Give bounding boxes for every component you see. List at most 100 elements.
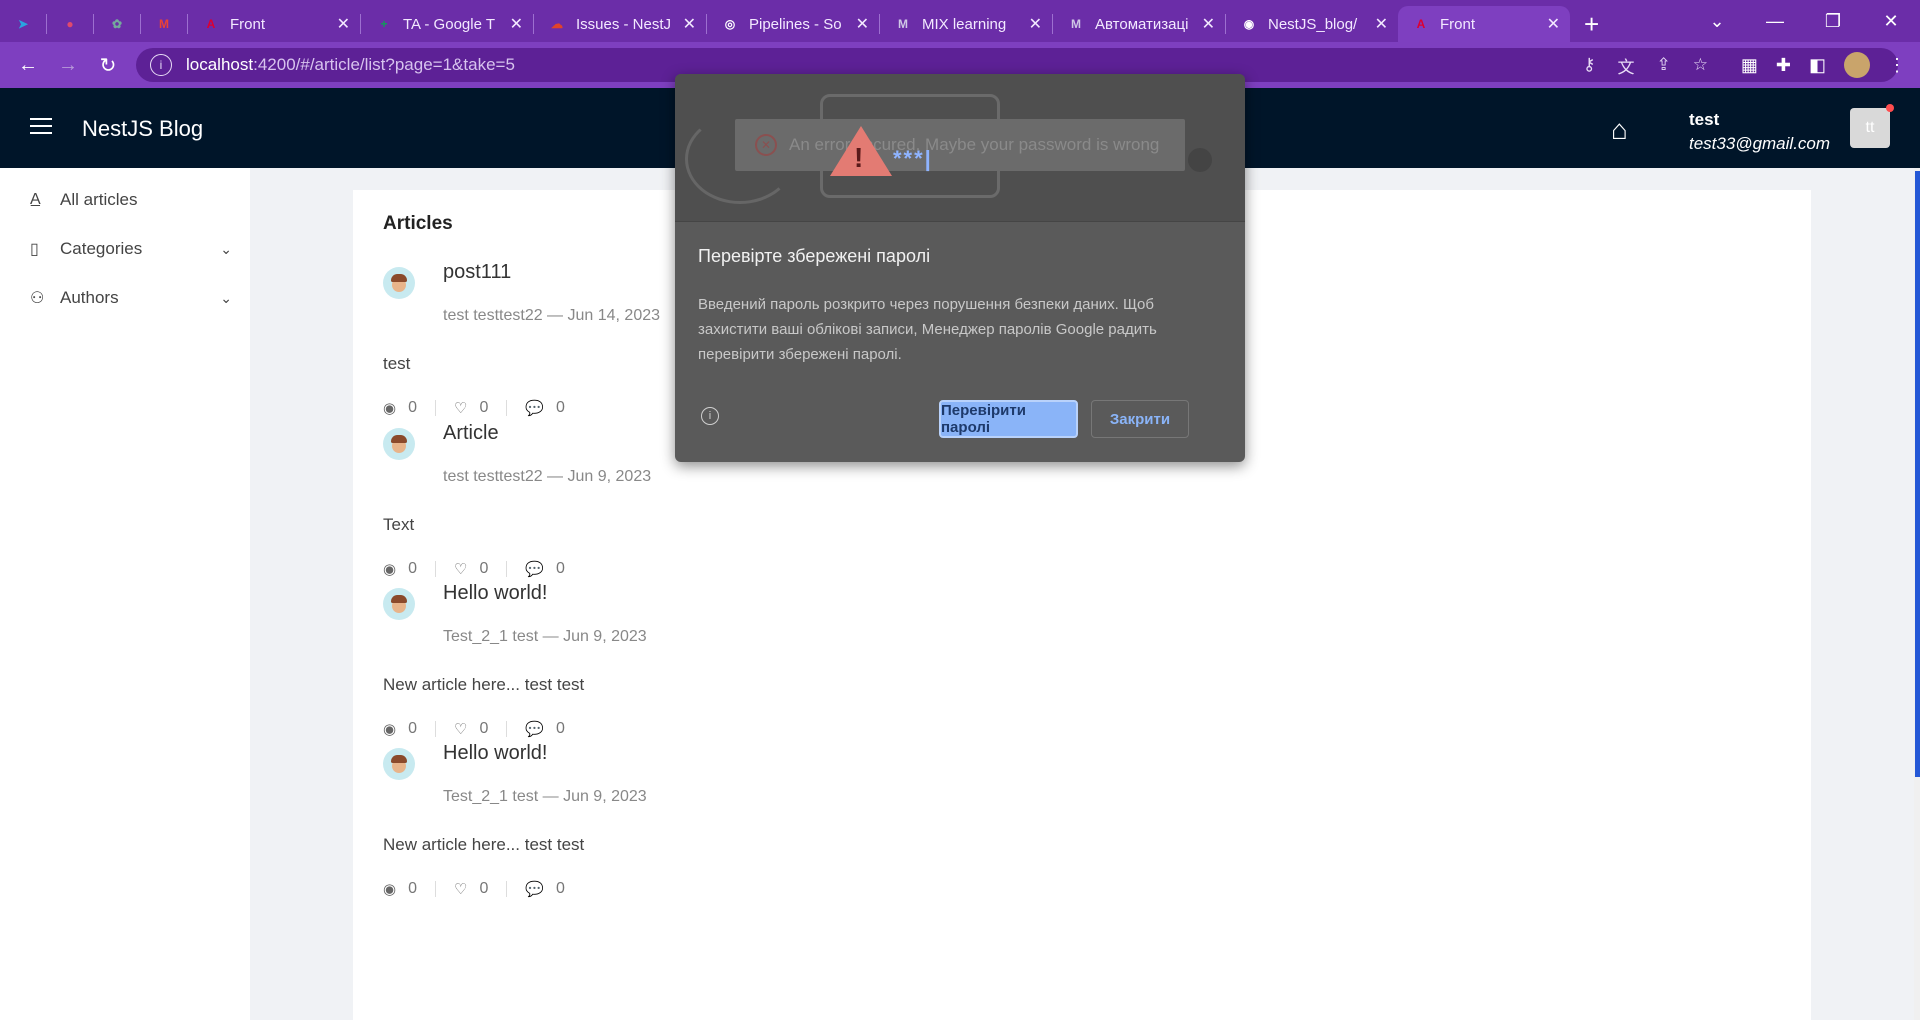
telegram-icon: ➤ <box>17 17 29 31</box>
article-meta: test testtest22 — Jun 14, 2023 <box>443 307 661 324</box>
author-avatar[interactable] <box>383 267 415 299</box>
browser-tab[interactable]: M Автоматизаці ✕ <box>1053 6 1225 42</box>
comments-count: 0 <box>556 560 565 577</box>
chatgpt-icon: ✿ <box>111 17 123 31</box>
heart-icon[interactable]: ♡ <box>454 720 467 738</box>
user-info: test test33@gmail.com <box>1689 110 1830 154</box>
browser-tab[interactable]: ☁ Issues - NestJ ✕ <box>534 6 706 42</box>
likes-stat[interactable]: ♡ 0 <box>454 880 488 898</box>
article-meta: Test_2_1 test — Jun 9, 2023 <box>443 788 647 805</box>
sidebar-item-label: Authors <box>60 288 119 307</box>
divider <box>435 400 436 416</box>
author-avatar[interactable] <box>383 428 415 460</box>
comment-icon[interactable]: 💬 <box>525 560 544 578</box>
article-stats: ◉ 0 ♡ 0 💬 0 <box>383 880 565 898</box>
info-icon[interactable]: i <box>701 407 719 425</box>
password-key-icon[interactable]: ⚷ <box>1583 55 1595 75</box>
author-avatar[interactable] <box>383 748 415 780</box>
site-info-icon[interactable]: i <box>150 54 172 76</box>
back-icon[interactable]: ← <box>8 54 48 77</box>
profile-avatar[interactable] <box>1844 52 1870 78</box>
likes-count: 0 <box>479 720 489 737</box>
views-count: 0 <box>408 560 417 577</box>
close-tab-icon[interactable]: ✕ <box>510 14 523 34</box>
browser-tab[interactable]: ➤ <box>0 6 46 42</box>
comment-icon[interactable]: 💬 <box>525 880 544 898</box>
likes-stat[interactable]: ♡ 0 <box>454 560 488 578</box>
browser-tab[interactable]: ✿ <box>94 6 140 42</box>
article-excerpt: New article here... test test <box>383 835 585 854</box>
record-icon: ● <box>66 17 74 31</box>
heart-icon[interactable]: ♡ <box>454 560 467 578</box>
browser-tab[interactable]: A Front ✕ <box>188 6 360 42</box>
comments-count: 0 <box>556 880 565 897</box>
restore-icon[interactable]: ❐ <box>1804 11 1862 32</box>
minimize-icon[interactable]: — <box>1746 11 1804 32</box>
sidebar-item-authors[interactable]: ⚇ Authors ⌄ <box>30 288 232 308</box>
browser-tab[interactable]: ● <box>47 6 93 42</box>
article-title[interactable]: Hello world! <box>443 742 547 765</box>
article-title[interactable]: Article <box>443 422 499 445</box>
window-controls: ⌄ — ❐ ✕ <box>1688 0 1920 42</box>
close-tab-icon[interactable]: ✕ <box>1029 14 1042 34</box>
browser-tab[interactable]: ◎ Pipelines - So ✕ <box>707 6 879 42</box>
menu-toggle-icon[interactable] <box>30 118 52 136</box>
new-tab-button[interactable]: + <box>1570 6 1613 42</box>
tab-title: NestJS_blog/ <box>1268 15 1358 33</box>
close-dialog-button[interactable]: Закрити <box>1091 400 1189 438</box>
sidebar-item-categories[interactable]: ▯ Categories ⌄ <box>30 239 232 259</box>
article-title[interactable]: Hello world! <box>443 582 547 605</box>
check-passwords-button[interactable]: Перевірити паролі <box>939 400 1078 438</box>
sidebar-item-all-articles[interactable]: A̲ All articles <box>30 190 230 210</box>
likes-stat[interactable]: ♡ 0 <box>454 399 488 417</box>
users-icon: ⚇ <box>30 290 45 307</box>
close-tab-icon[interactable]: ✕ <box>337 14 350 34</box>
comment-icon[interactable]: 💬 <box>525 720 544 738</box>
translate-icon[interactable]: 文 <box>1618 53 1635 78</box>
article-stats: ◉ 0 ♡ 0 💬 0 <box>383 560 565 578</box>
extension-icon[interactable]: ▦ <box>1741 55 1758 76</box>
url-text[interactable]: localhost:4200/#/article/list?page=1&tak… <box>186 55 515 75</box>
close-tab-icon[interactable]: ✕ <box>1375 14 1388 34</box>
likes-stat[interactable]: ♡ 0 <box>454 720 488 738</box>
browser-tab[interactable]: A Front ✕ <box>1398 6 1570 42</box>
share-icon[interactable]: ⇪ <box>1657 55 1671 75</box>
close-tab-icon[interactable]: ✕ <box>1547 14 1560 34</box>
browser-tab[interactable]: ◉ NestJS_blog/ ✕ <box>1226 6 1398 42</box>
forward-icon[interactable]: → <box>48 54 88 77</box>
divider <box>506 400 508 416</box>
kebab-menu-icon[interactable]: ⋮ <box>1888 55 1906 76</box>
cloud-icon: ☁ <box>551 17 563 31</box>
close-window-icon[interactable]: ✕ <box>1862 11 1920 32</box>
brand-title[interactable]: NestJS Blog <box>82 116 203 142</box>
reload-icon[interactable]: ↻ <box>88 53 128 78</box>
browser-tab[interactable]: M MIX learning ✕ <box>880 6 1052 42</box>
tab-search-icon[interactable]: ⌄ <box>1688 11 1746 32</box>
dialog-title: Перевірте збережені паролі <box>698 246 931 266</box>
comments-stat[interactable]: 💬 0 <box>525 880 565 898</box>
views-count: 0 <box>408 880 417 897</box>
home-icon[interactable]: ⌂ <box>1611 114 1628 146</box>
browser-tab[interactable]: M <box>141 6 187 42</box>
bookmark-star-icon[interactable]: ☆ <box>1693 55 1708 75</box>
comments-stat[interactable]: 💬 0 <box>525 720 565 738</box>
author-avatar[interactable] <box>383 588 415 620</box>
close-tab-icon[interactable]: ✕ <box>683 14 696 34</box>
comments-stat[interactable]: 💬 0 <box>525 399 565 417</box>
avatar[interactable]: tt <box>1850 108 1890 148</box>
scrollbar-thumb[interactable] <box>1915 171 1920 777</box>
heart-icon[interactable]: ♡ <box>454 399 467 417</box>
heart-icon[interactable]: ♡ <box>454 880 467 898</box>
article-stats: ◉ 0 ♡ 0 💬 0 <box>383 720 565 738</box>
comments-stat[interactable]: 💬 0 <box>525 560 565 578</box>
article-title[interactable]: post111 <box>443 261 511 284</box>
comments-count: 0 <box>556 720 565 737</box>
close-tab-icon[interactable]: ✕ <box>1202 14 1215 34</box>
comment-icon[interactable]: 💬 <box>525 399 544 417</box>
divider <box>435 561 436 577</box>
browser-tab[interactable]: + TA - Google T ✕ <box>361 6 533 42</box>
views-stat: ◉ 0 <box>383 720 417 738</box>
puzzle-icon[interactable]: ✚ <box>1776 55 1791 76</box>
side-panel-icon[interactable]: ◧ <box>1809 55 1826 76</box>
close-tab-icon[interactable]: ✕ <box>856 14 869 34</box>
